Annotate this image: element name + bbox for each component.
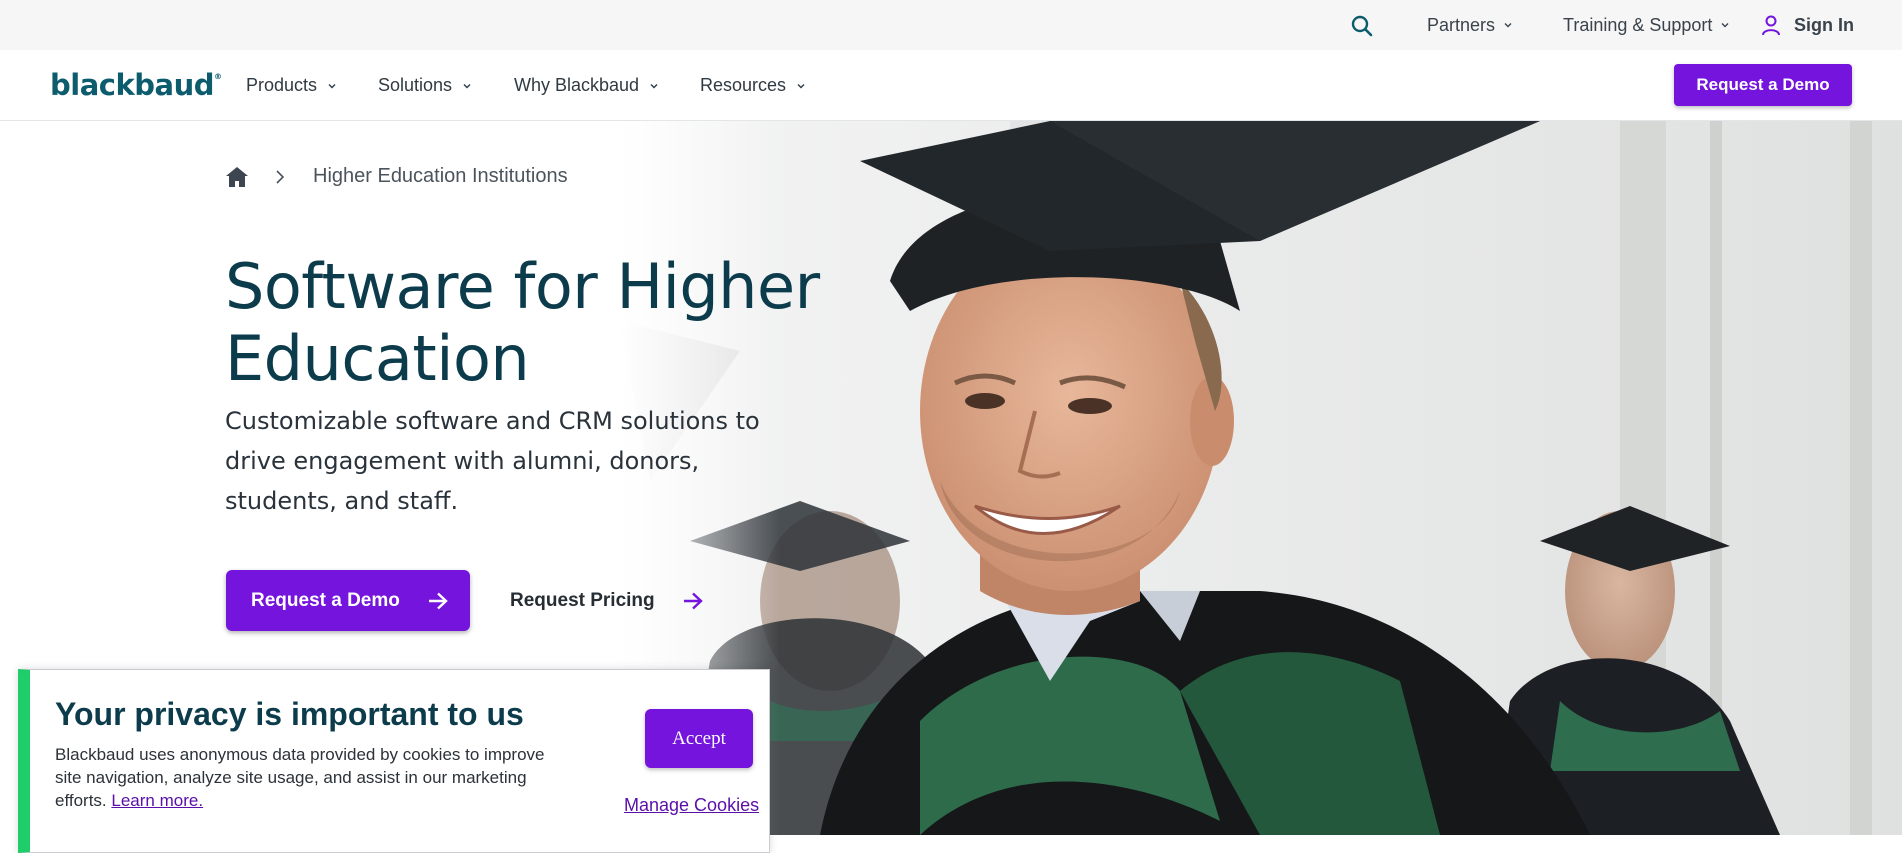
cookie-consent-banner: Your privacy is important to us Blackbau… bbox=[18, 669, 770, 853]
request-pricing-label: Request Pricing bbox=[510, 589, 655, 611]
manage-cookies-link[interactable]: Manage Cookies bbox=[624, 795, 759, 816]
request-pricing-link[interactable]: Request Pricing bbox=[510, 570, 703, 631]
sign-in-link[interactable]: Sign In bbox=[1760, 0, 1854, 50]
training-support-menu[interactable]: Training & Support bbox=[1563, 0, 1730, 50]
breadcrumb: Higher Education Institutions bbox=[225, 165, 568, 188]
search-icon[interactable] bbox=[1350, 14, 1374, 38]
cookie-banner-text: Blackbaud uses anonymous data provided b… bbox=[55, 743, 575, 812]
registered-mark: ® bbox=[213, 72, 222, 81]
chevron-down-icon bbox=[650, 83, 658, 88]
accept-cookies-button[interactable]: Accept bbox=[645, 709, 753, 768]
home-icon[interactable] bbox=[225, 166, 249, 188]
nav-products-label: Products bbox=[246, 75, 318, 95]
chevron-down-icon bbox=[797, 83, 805, 88]
logo-text: blackbaud bbox=[50, 68, 214, 102]
nav-products[interactable]: Products bbox=[246, 50, 337, 121]
nav-solutions-label: Solutions bbox=[378, 75, 453, 95]
nav-resources-label: Resources bbox=[700, 75, 787, 95]
page-title: Software for Higher Education bbox=[225, 250, 820, 395]
nav-why-blackbaud-label: Why Blackbaud bbox=[514, 75, 640, 95]
learn-more-link[interactable]: Learn more. bbox=[111, 791, 203, 810]
chevron-right-icon bbox=[276, 169, 285, 184]
request-demo-label: Request a Demo bbox=[251, 589, 400, 611]
nav-resources[interactable]: Resources bbox=[700, 50, 806, 121]
breadcrumb-current: Higher Education Institutions bbox=[313, 165, 568, 187]
blackbaud-logo[interactable]: blackbaud® bbox=[50, 68, 222, 102]
user-icon bbox=[1762, 15, 1780, 36]
chevron-down-icon bbox=[463, 83, 471, 88]
cookie-banner-title: Your privacy is important to us bbox=[55, 696, 524, 732]
nav-why-blackbaud[interactable]: Why Blackbaud bbox=[514, 50, 659, 121]
request-demo-button[interactable]: Request a Demo bbox=[226, 570, 470, 631]
utility-bar: Partners Training & Support Sign In bbox=[0, 0, 1902, 50]
hero-subtitle: Customizable software and CRM solutions … bbox=[225, 407, 760, 515]
sign-in-label: Sign In bbox=[1794, 14, 1854, 35]
chevron-down-icon bbox=[1504, 23, 1512, 28]
request-demo-nav-button[interactable]: Request a Demo bbox=[1674, 64, 1852, 106]
main-nav: blackbaud® Products Solutions Why Blackb… bbox=[0, 50, 1902, 121]
arrow-right-icon bbox=[683, 592, 703, 609]
nav-solutions[interactable]: Solutions bbox=[378, 50, 472, 121]
partners-menu[interactable]: Partners bbox=[1427, 0, 1513, 50]
arrow-right-icon bbox=[429, 592, 448, 610]
chevron-down-icon bbox=[1721, 23, 1729, 28]
training-support-label: Training & Support bbox=[1563, 14, 1713, 35]
chevron-down-icon bbox=[328, 83, 336, 88]
partners-label: Partners bbox=[1427, 14, 1496, 35]
